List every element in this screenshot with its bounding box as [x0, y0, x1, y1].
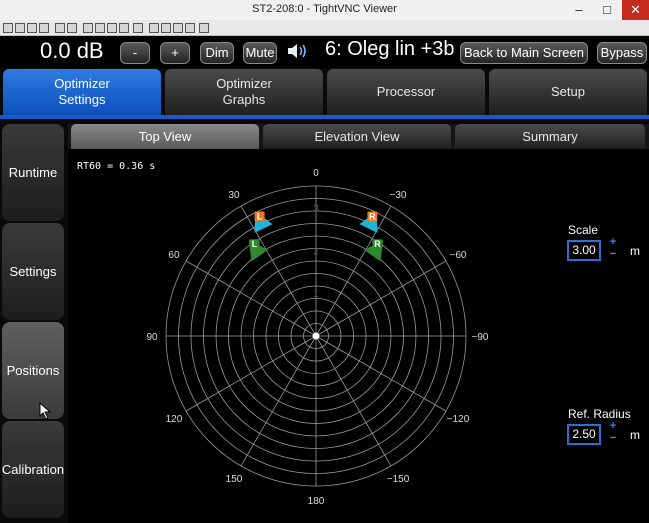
radius-label: 3: [313, 203, 319, 214]
sidetab-runtime[interactable]: Runtime: [2, 124, 64, 221]
main-tabs: Optimizer Settings Optimizer Graphs Proces…: [0, 69, 649, 117]
new-connection-icon[interactable]: [3, 23, 13, 33]
grid-spoke: [185, 260, 317, 337]
subtab-summary[interactable]: Summary: [455, 124, 645, 149]
angle-label: 180: [308, 496, 325, 507]
grid-spoke: [315, 260, 447, 337]
scale-stepper-up[interactable]: +: [608, 237, 618, 248]
zoom-fit-icon[interactable]: [185, 23, 195, 33]
angle-label: 150: [226, 474, 243, 485]
tab-optimizer-graphs[interactable]: Optimizer Graphs: [165, 69, 323, 115]
ref-radius-stepper-down[interactable]: −: [608, 433, 618, 444]
angle-label: −30: [390, 190, 407, 201]
scale-field[interactable]: 3.00: [567, 240, 601, 261]
zoom-in-icon[interactable]: [149, 23, 159, 33]
tab-label-line1: Optimizer: [54, 76, 110, 91]
speaker-label: R: [374, 239, 381, 249]
bypass-button[interactable]: Bypass: [597, 42, 647, 64]
ref-radius-stepper-up[interactable]: +: [608, 421, 618, 432]
grid-spoke: [315, 335, 447, 412]
sidetab-settings[interactable]: Settings: [2, 223, 64, 320]
angle-label: 60: [168, 250, 180, 261]
maximize-icon[interactable]: □: [594, 0, 620, 20]
window-title-bar: ST2-208:0 - TightVNC Viewer – □ ✕: [0, 0, 649, 21]
window-caption: ST2-208:0 - TightVNC Viewer: [252, 3, 397, 15]
tab-label-line2: Settings: [58, 92, 106, 107]
preset-name[interactable]: 6: Oleg lin +3ba: [325, 38, 455, 61]
grid-spoke: [315, 205, 392, 337]
radius-label: 2: [313, 246, 319, 257]
angle-label: 0: [313, 168, 319, 179]
alt-key-icon[interactable]: [119, 23, 129, 33]
sidetab-calibration[interactable]: Calibration: [2, 421, 64, 518]
volume-readout: 0.0 dB: [40, 38, 104, 63]
ref-radius-label: Ref. Radius: [568, 407, 631, 421]
ref-radius-field[interactable]: 2.50: [567, 424, 601, 445]
speaker-label: L: [257, 211, 263, 221]
speaker-label: L: [252, 239, 258, 249]
scale-unit: m: [630, 244, 640, 258]
tab-underline: [0, 115, 649, 119]
zoom-100-icon[interactable]: [173, 23, 183, 33]
speaker-volume-icon: [288, 44, 306, 58]
optimizer-app: 0.0 dB - + Dim Mute 6: Oleg lin +3ba Bac…: [0, 36, 649, 523]
subtab-elevation-view[interactable]: Elevation View: [263, 124, 451, 149]
polar-grid: 0 30 −30 60 −60 90 −90 120 −120 150 −150 180 3 2 1 L R L R: [146, 168, 489, 507]
angle-label: 90: [146, 332, 158, 343]
angle-label: −120: [447, 414, 470, 425]
close-icon[interactable]: ✕: [622, 0, 649, 20]
tab-label: Setup: [551, 84, 585, 99]
radius-label: 1: [313, 289, 319, 300]
mouse-cursor-icon: [39, 402, 52, 420]
ctrl-alt-del-icon[interactable]: [83, 23, 93, 33]
minimize-icon[interactable]: –: [566, 0, 592, 20]
tab-setup[interactable]: Setup: [489, 69, 647, 115]
ctrl-key-icon[interactable]: [107, 23, 117, 33]
angle-label: −90: [472, 332, 489, 343]
dim-button[interactable]: Dim: [200, 42, 234, 64]
grid-spoke: [315, 335, 392, 467]
ref-radius-unit: m: [630, 428, 640, 442]
tab-label-line2: Graphs: [222, 92, 266, 107]
options-icon[interactable]: [27, 23, 37, 33]
tab-label-line1: Optimizer: [216, 76, 272, 91]
tab-optimizer-settings[interactable]: Optimizer Settings: [3, 69, 161, 115]
fullscreen-icon[interactable]: [199, 23, 209, 33]
angle-label: −150: [387, 474, 410, 485]
top-view-plot: RT60 = 0.36 s 0 30 −30 60 −60 90 −90 120 −120 150…: [68, 149, 649, 523]
zoom-out-icon[interactable]: [161, 23, 171, 33]
tab-label: Processor: [376, 84, 436, 99]
scale-label: Scale: [568, 223, 599, 237]
vnc-toolbar: [0, 20, 649, 36]
back-to-main-screen-button[interactable]: Back to Main Screen: [460, 42, 588, 64]
info-icon[interactable]: [39, 23, 49, 33]
win-key-icon[interactable]: [95, 23, 105, 33]
sidetab-positions[interactable]: Positions: [2, 322, 64, 419]
grid-spoke: [240, 205, 317, 337]
speaker-label: R: [369, 211, 376, 221]
angle-label: 120: [166, 414, 183, 425]
angle-label: −60: [450, 250, 467, 261]
volume-down-button[interactable]: -: [120, 42, 150, 64]
positions-panel: Top View Elevation View Summary RT60 = 0…: [68, 124, 649, 523]
angle-label: 30: [228, 190, 240, 201]
transfer-icon[interactable]: [133, 23, 143, 33]
scale-stepper-down[interactable]: −: [608, 249, 618, 260]
grid-spoke: [240, 335, 317, 467]
grid-spoke: [185, 335, 317, 412]
save-icon[interactable]: [15, 23, 25, 33]
refresh-icon[interactable]: [67, 23, 77, 33]
mute-button[interactable]: Mute: [243, 42, 277, 64]
volume-up-button[interactable]: +: [160, 42, 190, 64]
tab-processor[interactable]: Processor: [327, 69, 485, 115]
pause-icon[interactable]: [55, 23, 65, 33]
top-control-bar: 0.0 dB - + Dim Mute 6: Oleg lin +3ba Bac…: [0, 36, 649, 68]
subtab-top-view[interactable]: Top View: [71, 124, 259, 149]
listener-position: [312, 332, 320, 340]
